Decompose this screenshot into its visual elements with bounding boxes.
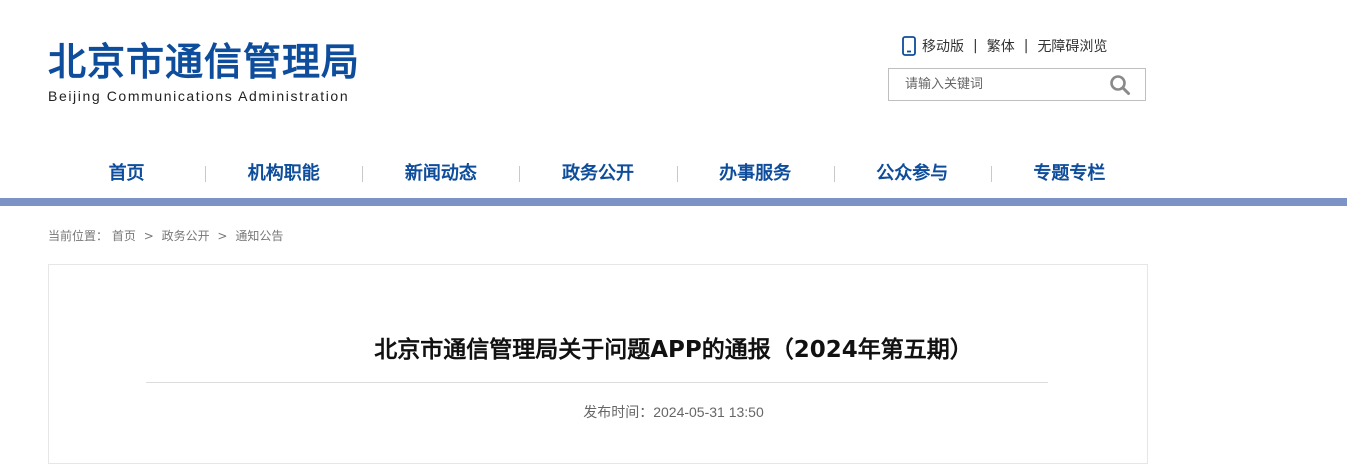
link-separator: |: [1023, 38, 1029, 54]
nav-item-government-affairs[interactable]: 政务公开: [519, 160, 676, 188]
link-separator: |: [973, 38, 978, 54]
mobile-version-link[interactable]: 移动版: [922, 36, 964, 56]
breadcrumb-home[interactable]: 首页: [112, 229, 136, 243]
search-box: [888, 68, 1146, 101]
publish-time: 2024-05-31 13:50: [653, 404, 764, 420]
breadcrumb: 当前位置： 首页 > 政务公开 > 通知公告: [48, 227, 283, 244]
site-logo-subtitle: Beijing Communications Administration: [48, 88, 350, 104]
search-input[interactable]: [903, 69, 1109, 100]
nav-item-public-participation[interactable]: 公众参与: [833, 160, 991, 188]
breadcrumb-separator: >: [143, 229, 154, 243]
site-logo-title[interactable]: 北京市通信管理局: [48, 38, 360, 86]
article-title: 北京市通信管理局关于问题APP的通报（2024年第五期）: [374, 337, 973, 363]
breadcrumb-prefix: 当前位置：: [48, 229, 109, 243]
mobile-phone-icon: [902, 36, 916, 56]
nav-item-services[interactable]: 办事服务: [676, 160, 834, 188]
nav-item-special-topics[interactable]: 专题专栏: [990, 160, 1148, 188]
search-icon[interactable]: [1109, 74, 1131, 96]
breadcrumb-government-affairs[interactable]: 政务公开: [162, 229, 210, 243]
publish-info: 发布时间：2024-05-31 13:50: [0, 402, 1347, 422]
breadcrumb-separator: >: [217, 229, 228, 243]
accessibility-link[interactable]: 无障碍浏览: [1037, 36, 1107, 56]
breadcrumb-notices[interactable]: 通知公告: [235, 229, 283, 243]
nav-item-news[interactable]: 新闻动态: [362, 160, 519, 188]
traditional-chinese-link[interactable]: 繁体: [987, 36, 1015, 56]
publish-label: 发布时间：: [583, 405, 654, 421]
nav-accent-bar: [0, 198, 1347, 206]
title-divider: [146, 382, 1048, 383]
top-links: 移动版 | 繁体 | 无障碍浏览: [900, 36, 1107, 56]
nav-item-organization[interactable]: 机构职能: [205, 160, 362, 188]
main-nav: 首页 机构职能 新闻动态 政务公开 办事服务 公众参与 专题专栏: [48, 160, 1148, 188]
article-panel: [48, 264, 1148, 464]
nav-item-home[interactable]: 首页: [48, 160, 205, 188]
